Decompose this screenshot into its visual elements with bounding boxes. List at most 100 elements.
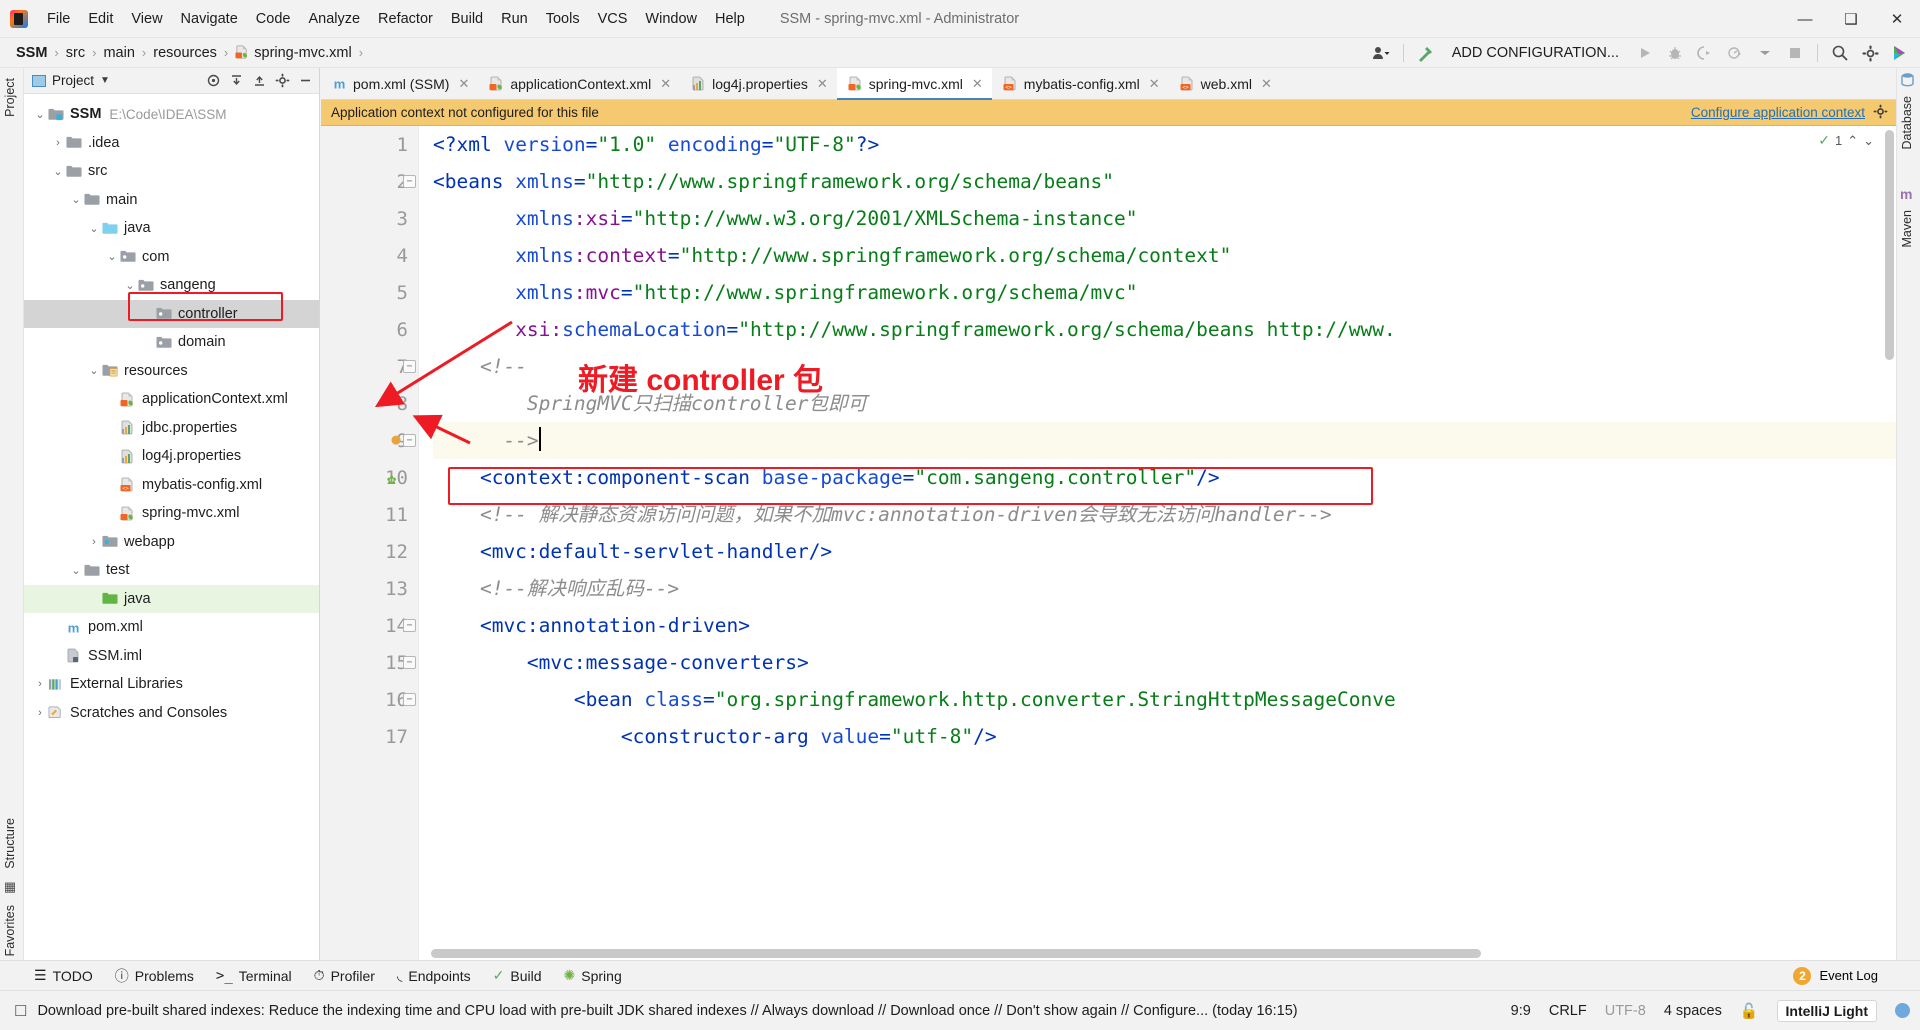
editor-tab-mybatis-config-xml[interactable]: <> mybatis-config.xml ✕: [992, 68, 1169, 99]
tree-node-domain[interactable]: domain: [24, 328, 319, 357]
tree-node-spring-mvc-xml[interactable]: spring-mvc.xml: [24, 499, 319, 528]
chevron-right-icon[interactable]: ›: [32, 678, 48, 690]
tree-node-resources[interactable]: ⌄ resources: [24, 357, 319, 386]
menu-item-build[interactable]: Build: [442, 7, 492, 31]
tool-window-button-todo[interactable]: ☰ TODO: [34, 967, 93, 984]
avatar[interactable]: [1895, 1003, 1910, 1018]
next-highlight-icon[interactable]: ⌄: [1863, 133, 1874, 149]
breadcrumb-item-resources[interactable]: resources: [153, 45, 217, 61]
project-panel-title[interactable]: Project ▼: [32, 73, 110, 88]
close-button[interactable]: ✕: [1874, 0, 1920, 38]
breadcrumb-item-src[interactable]: src: [66, 45, 85, 61]
menu-item-edit[interactable]: Edit: [79, 7, 122, 31]
code-line-5[interactable]: xmlns:mvc="http://www.springframework.or…: [433, 274, 1896, 311]
tool-window-button-endpoints[interactable]: ◟ Endpoints: [397, 967, 471, 984]
code-line-11[interactable]: <!-- 解决静态资源访问问题，如果不加mvc:annotation-drive…: [433, 496, 1896, 533]
expand-all-icon[interactable]: [226, 71, 246, 91]
run-with-coverage-icon[interactable]: [1691, 40, 1719, 66]
tree-node-controller[interactable]: controller: [24, 299, 319, 328]
tool-window-button-favorites[interactable]: Favorites: [3, 899, 17, 962]
locate-icon[interactable]: [203, 71, 223, 91]
code-editor[interactable]: 123456789●10✿11121314151617 <?xml versio…: [321, 126, 1896, 960]
editor-tab-bar[interactable]: m pom.xml (SSM) ✕ applicationContext.xml ✕ lo…: [321, 68, 1896, 100]
debug-icon[interactable]: [1661, 40, 1689, 66]
code-line-13[interactable]: <!--解决响应乱码-->: [433, 570, 1896, 607]
editor-tab-log4j-properties[interactable]: log4j.properties ✕: [680, 68, 837, 99]
tree-node-ssm[interactable]: ⌄ SSM E:\Code\IDEA\SSM: [24, 100, 319, 129]
code-line-8[interactable]: SpringMVC只扫描controller包即可: [433, 385, 1896, 422]
configure-application-context-link[interactable]: Configure application context: [1691, 105, 1865, 120]
close-icon[interactable]: ✕: [458, 76, 469, 92]
menu-item-navigate[interactable]: Navigate: [172, 7, 247, 31]
editor-vertical-scrollbar[interactable]: [1885, 130, 1894, 360]
structure-icon[interactable]: ▦: [4, 879, 16, 895]
close-icon[interactable]: ✕: [1149, 76, 1160, 92]
breadcrumb-item-spring-mvc-xml[interactable]: spring-mvc.xml: [235, 45, 352, 61]
code-line-3[interactable]: xmlns:xsi="http://www.w3.org/2001/XMLSch…: [433, 200, 1896, 237]
editor-horizontal-scrollbar[interactable]: [431, 949, 1481, 958]
gear-icon[interactable]: [1873, 104, 1888, 122]
code-fold-icon[interactable]: [403, 656, 416, 669]
chevron-down-icon[interactable]: ⌄: [86, 364, 102, 377]
chevron-right-icon[interactable]: ›: [50, 137, 66, 149]
caret-position-widget[interactable]: 9:9: [1511, 1003, 1531, 1019]
code-fold-icon[interactable]: [403, 360, 416, 373]
tool-window-button-maven[interactable]: Maven: [1900, 204, 1914, 254]
profiler-icon[interactable]: [1721, 40, 1749, 66]
add-configuration-button[interactable]: ADD CONFIGURATION...: [1442, 45, 1629, 61]
editor-gutter[interactable]: 123456789●10✿11121314151617: [321, 126, 419, 960]
editor-tab-web-xml[interactable]: <> web.xml ✕: [1169, 68, 1281, 99]
tool-window-button-structure[interactable]: Structure: [3, 812, 17, 875]
menu-item-analyze[interactable]: Analyze: [299, 7, 369, 31]
tool-window-button-terminal[interactable]: >_ Terminal: [216, 968, 292, 984]
minimize-button[interactable]: —: [1782, 0, 1828, 38]
chevron-down-icon[interactable]: ⌄: [104, 250, 120, 263]
close-icon[interactable]: ✕: [1261, 76, 1272, 92]
tree-node-pom-xml[interactable]: m pom.xml: [24, 613, 319, 642]
tree-node-java[interactable]: java: [24, 584, 319, 613]
project-tree[interactable]: ⌄ SSM E:\Code\IDEA\SSM › .idea ⌄ src ⌄ main ⌄ java…: [24, 94, 319, 727]
code-line-15[interactable]: <mvc:message-converters>: [433, 644, 1896, 681]
search-everywhere-icon[interactable]: [1826, 40, 1854, 66]
code-line-7[interactable]: <!--: [433, 348, 1896, 385]
code-line-16[interactable]: <bean class="org.springframework.http.co…: [433, 681, 1896, 718]
tree-node-java[interactable]: ⌄ java: [24, 214, 319, 243]
breadcrumb-item-main[interactable]: main: [103, 45, 134, 61]
editor-tab-spring-mvc-xml[interactable]: spring-mvc.xml ✕: [836, 68, 992, 100]
status-message[interactable]: Download pre-built shared indexes: Reduc…: [37, 1003, 1297, 1019]
editor-tab-applicationcontext-xml[interactable]: applicationContext.xml ✕: [478, 68, 680, 99]
breadcrumb-item-ssm[interactable]: SSM: [16, 45, 47, 61]
code-fold-icon[interactable]: [403, 619, 416, 632]
menu-item-run[interactable]: Run: [492, 7, 537, 31]
stop-icon[interactable]: [1781, 40, 1809, 66]
settings-gear-icon[interactable]: [1856, 40, 1884, 66]
theme-widget[interactable]: IntelliJ Light: [1776, 999, 1877, 1022]
tree-node-webapp[interactable]: › webapp: [24, 528, 319, 557]
tree-node-main[interactable]: ⌄ main: [24, 186, 319, 215]
chevron-down-icon[interactable]: ⌄: [32, 108, 48, 121]
code-line-14[interactable]: <mvc:annotation-driven>: [433, 607, 1896, 644]
tree-node-external-libraries[interactable]: › External Libraries: [24, 670, 319, 699]
event-log-button[interactable]: 2 Event Log: [1793, 966, 1920, 985]
menu-item-tools[interactable]: Tools: [537, 7, 589, 31]
close-icon[interactable]: ✕: [660, 76, 671, 92]
tree-node-jdbc-properties[interactable]: jdbc.properties: [24, 414, 319, 443]
hide-panel-icon[interactable]: [295, 71, 315, 91]
tree-node-test[interactable]: ⌄ test: [24, 556, 319, 585]
code-line-9[interactable]: -->: [433, 422, 1896, 459]
menu-item-file[interactable]: File: [38, 7, 79, 31]
code-fold-icon[interactable]: [403, 693, 416, 706]
tool-window-button-problems[interactable]: ⓘ Problems: [115, 966, 194, 986]
maximize-button[interactable]: ❑: [1828, 0, 1874, 38]
database-icon[interactable]: [1900, 72, 1915, 90]
intellij-updates-icon[interactable]: [1886, 40, 1914, 66]
previous-highlight-icon[interactable]: ⌃: [1847, 133, 1858, 149]
spring-bean-gutter-icon[interactable]: ✿: [387, 470, 396, 488]
inspections-widget[interactable]: ✓ 1 ⌃ ⌄: [1818, 132, 1874, 149]
tree-node-sangeng[interactable]: ⌄ sangeng: [24, 271, 319, 300]
build-hammer-icon[interactable]: [1412, 40, 1440, 66]
code-fold-icon[interactable]: [403, 434, 416, 447]
code-line-4[interactable]: xmlns:context="http://www.springframewor…: [433, 237, 1896, 274]
menu-item-window[interactable]: Window: [636, 7, 706, 31]
chevron-down-icon[interactable]: [1751, 40, 1779, 66]
